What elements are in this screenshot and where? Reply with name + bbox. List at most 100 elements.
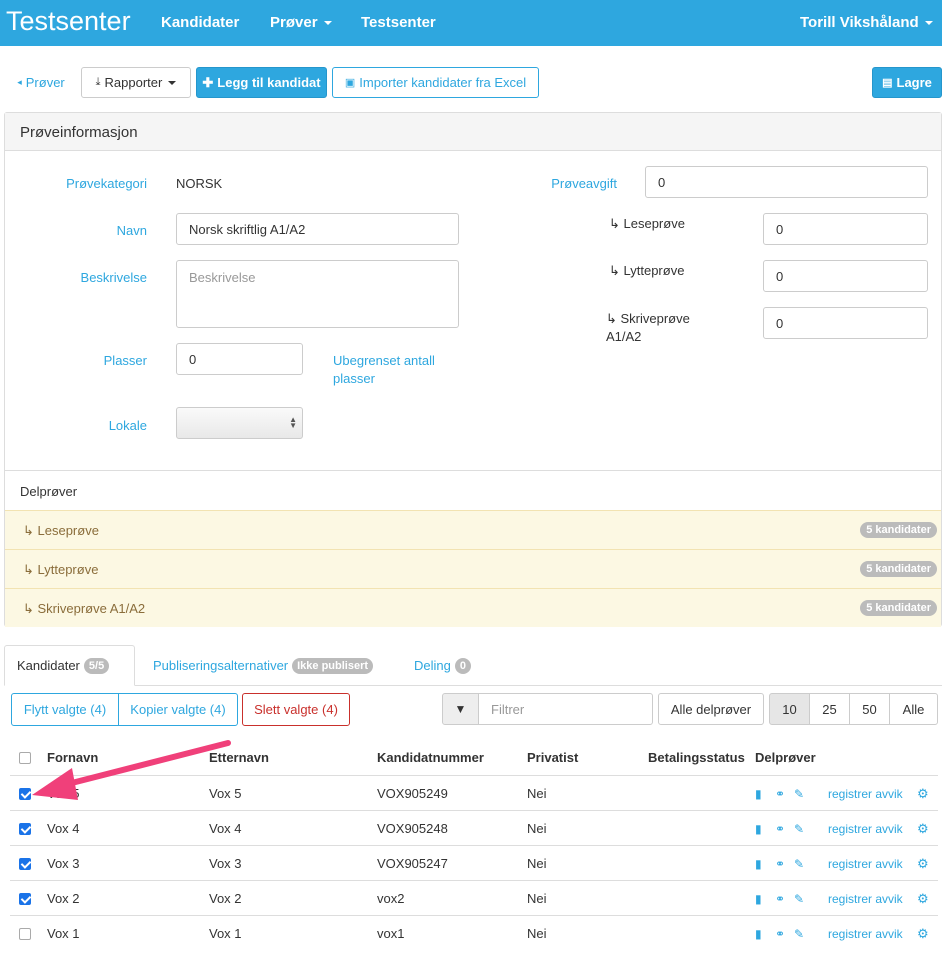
delprove-row[interactable]: ↳ Skriveprøve A1/A2 5 kandidater [5,588,941,627]
tab-badge: Ikke publisert [292,657,374,674]
pencil-icon[interactable]: ✎ [794,927,804,941]
filter-input[interactable]: Filtrer [478,693,653,725]
cell-fornavn: Vox 5 [47,786,80,801]
headphones-icon[interactable]: ⚭ [775,927,785,941]
table-row: Vox 2 Vox 2 vox2 Nei ▮ ⚭ ✎ registrer avvik ⚙ [10,880,938,915]
add-candidate-button[interactable]: ✚ Legg til kandidat [196,67,327,98]
delprove-row[interactable]: ↳ Leseprøve 5 kandidater [5,510,941,549]
pencil-icon[interactable]: ✎ [794,892,804,906]
chevron-down-icon [168,80,177,85]
move-selected-button[interactable]: Flytt valgte (4) [11,693,119,726]
page-size-10[interactable]: 10 [769,693,810,725]
book-icon[interactable]: ▮ [755,822,762,836]
copy-selected-button[interactable]: Kopier valgte (4) [118,693,238,726]
panel-title: Prøveinformasjon [20,124,138,141]
row-checkbox[interactable] [19,788,31,800]
registrer-avvik-link[interactable]: registrer avvik [828,822,903,836]
page-size-all[interactable]: Alle [889,693,938,725]
headphones-icon[interactable]: ⚭ [775,857,785,871]
plasser-input[interactable]: 0 [176,343,303,375]
gear-icon[interactable]: ⚙ [917,821,929,837]
save-button[interactable]: ▤ Lagre [872,67,942,98]
col-delprover[interactable]: Delprøver [755,750,816,765]
lytteprove-fee-input[interactable]: 0 [763,260,928,292]
headphones-icon[interactable]: ⚭ [775,892,785,906]
back-to-prover-link[interactable]: ◂ Prøver [10,67,72,98]
avgift-input[interactable]: 0 [645,166,928,198]
delete-selected-button[interactable]: Slett valgte (4) [242,693,350,726]
gear-icon[interactable]: ⚙ [917,926,929,942]
book-icon[interactable]: ▮ [755,857,762,871]
nav-testsenter[interactable]: Testsenter [361,14,436,31]
select-all-checkbox[interactable] [19,752,31,764]
gear-icon[interactable]: ⚙ [917,856,929,872]
select-arrows-icon: ▲ ▼ [289,415,297,430]
pencil-icon[interactable]: ✎ [794,822,804,836]
beskrivelse-textarea[interactable]: Beskrivelse [176,260,459,328]
row-checkbox[interactable] [19,928,31,940]
col-etternavn[interactable]: Etternavn [209,750,269,765]
rapporter-button[interactable]: ⤓ Rapporter [81,67,191,98]
nav-kandidater[interactable]: Kandidater [161,14,239,31]
divider [5,470,941,471]
registrer-avvik-link[interactable]: registrer avvik [828,927,903,941]
top-navbar: Testsenter Kandidater Prøver Testsenter … [0,0,942,46]
brand-logo[interactable]: Testsenter [6,6,131,37]
filter-icon: ▼ [442,693,479,725]
candidate-count-badge: 5 kandidater [860,600,937,616]
headphones-icon[interactable]: ⚭ [775,822,785,836]
book-icon[interactable]: ▮ [755,927,762,941]
tab-label: Kandidater [17,658,80,673]
lokale-select[interactable]: ▲ ▼ [176,407,303,439]
navn-input[interactable]: Norsk skriftlig A1/A2 [176,213,459,245]
col-privatist[interactable]: Privatist [527,750,578,765]
cell-privatist: Nei [527,786,547,801]
user-name: Torill Vikshåland [800,14,919,31]
row-checkbox[interactable] [19,823,31,835]
leseprove-fee-input[interactable]: 0 [763,213,928,245]
col-fornavn[interactable]: Fornavn [47,750,98,765]
cell-etternavn: Vox 5 [209,786,242,801]
pencil-icon[interactable]: ✎ [794,857,804,871]
nav-prover-dropdown[interactable]: Prøver [270,14,332,31]
cell-fornavn: Vox 3 [47,856,80,871]
lytteprove-fee-label: ↳ Lytteprøve [609,263,685,278]
headphones-icon[interactable]: ⚭ [775,787,785,801]
chevron-down-icon [323,21,332,26]
row-checkbox[interactable] [19,858,31,870]
save-label: Lagre [896,75,932,90]
book-icon[interactable]: ▮ [755,787,762,801]
avgift-label: Prøveavgift [551,176,617,191]
book-icon[interactable]: ▮ [755,892,762,906]
candidate-count-badge: 5 kandidater [860,522,937,538]
registrer-avvik-link[interactable]: registrer avvik [828,787,903,801]
add-candidate-label: Legg til kandidat [217,75,321,90]
skriveprove-fee-input[interactable]: 0 [763,307,928,339]
registrer-avvik-link[interactable]: registrer avvik [828,892,903,906]
delprove-row[interactable]: ↳ Lytteprøve 5 kandidater [5,549,941,588]
row-checkbox[interactable] [19,893,31,905]
gear-icon[interactable]: ⚙ [917,786,929,802]
gear-icon[interactable]: ⚙ [917,891,929,907]
import-excel-button[interactable]: ▣ Importer kandidater fra Excel [332,67,539,98]
plasser-hint: Ubegrenset antall plasser [333,353,435,386]
tab-badge: 0 [454,657,471,674]
page-size-50[interactable]: 50 [849,693,890,725]
cell-kandidatnummer: VOX905248 [377,821,448,836]
kategori-label: Prøvekategori [66,176,147,191]
cell-kandidatnummer: vox2 [377,891,405,906]
page-size-25[interactable]: 25 [809,693,850,725]
tab-deling[interactable]: Deling 0 [402,645,483,686]
import-excel-label: Importer kandidater fra Excel [359,75,527,90]
col-betalingsstatus[interactable]: Betalingsstatus [648,750,745,765]
plasser-label: Plasser [103,353,147,368]
tab-kandidater[interactable]: Kandidater 5/5 [4,645,135,686]
all-parts-button[interactable]: Alle delprøver [658,693,764,725]
col-kandidatnummer[interactable]: Kandidatnummer [377,750,484,765]
pencil-icon[interactable]: ✎ [794,787,804,801]
cell-kandidatnummer: vox1 [377,926,405,941]
tab-publiseringsalternativer[interactable]: Publiseringsalternativer Ikke publisert [141,645,385,686]
user-menu[interactable]: Torill Vikshåland [800,14,933,31]
cell-etternavn: Vox 4 [209,821,242,836]
registrer-avvik-link[interactable]: registrer avvik [828,857,903,871]
